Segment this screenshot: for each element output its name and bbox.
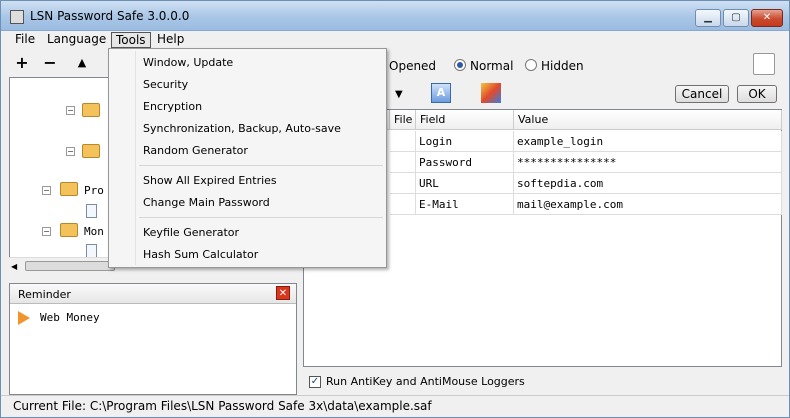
field-cell[interactable]: E-Mail: [416, 194, 514, 215]
menu-item-show-expired[interactable]: Show All Expired Entries: [143, 174, 277, 187]
normal-radio[interactable]: [454, 59, 466, 71]
folder-icon: [60, 182, 78, 196]
menu-item-synchronization[interactable]: Synchronization, Backup, Auto-save: [143, 122, 341, 135]
menu-item-encryption[interactable]: Encryption: [143, 100, 202, 113]
minimize-button[interactable]: ▁: [695, 9, 721, 27]
hidden-radio[interactable]: [525, 59, 537, 71]
title-bar: LSN Password Safe 3.0.0.0 ▁ ▢ ✕: [1, 1, 789, 31]
opened-option-label[interactable]: Opened: [389, 59, 436, 73]
tree-node-label[interactable]: Mon: [84, 225, 104, 238]
dropdown-arrow-icon[interactable]: ▼: [395, 89, 403, 100]
menu-item-hash-sum-calculator[interactable]: Hash Sum Calculator: [143, 248, 258, 261]
menu-bar: File Language Tools Help: [1, 31, 789, 49]
folder-icon: [82, 144, 100, 158]
reminder-panel: Reminder ✕ Web Money: [9, 283, 297, 395]
menu-item-keyfile-generator[interactable]: Keyfile Generator: [143, 226, 239, 239]
app-window: LSN Password Safe 3.0.0.0 ▁ ▢ ✕ File Lan…: [0, 0, 790, 418]
menu-file[interactable]: File: [11, 32, 39, 48]
reminder-title: Reminder: [18, 288, 71, 301]
scroll-left-icon[interactable]: ◀: [11, 262, 17, 271]
entry-icon: [86, 244, 97, 258]
scroll-thumb[interactable]: [25, 261, 115, 271]
reminder-item[interactable]: Web Money: [40, 311, 100, 324]
cancel-button[interactable]: Cancel: [675, 85, 729, 103]
menu-separator: [139, 165, 383, 166]
menu-item-random-generator[interactable]: Random Generator: [143, 144, 248, 157]
field-cell[interactable]: Login: [416, 131, 514, 152]
folder-icon: [60, 223, 78, 237]
file-cell[interactable]: [390, 173, 416, 194]
value-cell[interactable]: mail@example.com: [514, 194, 782, 215]
close-button[interactable]: ✕: [751, 9, 783, 27]
play-arrow-icon: [18, 311, 30, 325]
menu-separator: [139, 217, 383, 218]
font-icon[interactable]: A: [431, 83, 451, 103]
collapse-icon[interactable]: −: [66, 106, 75, 115]
menu-gutter: [135, 51, 136, 265]
reminder-header: Reminder ✕: [10, 284, 296, 304]
maximize-button[interactable]: ▢: [723, 9, 749, 27]
hidden-option-label[interactable]: Hidden: [541, 59, 584, 73]
app-icon: [10, 10, 24, 24]
column-header-value[interactable]: Value: [514, 110, 782, 130]
current-file-status: Current File: C:\Program Files\LSN Passw…: [13, 399, 432, 413]
folder-icon: [82, 103, 100, 117]
collapse-icon[interactable]: −: [42, 186, 51, 195]
menu-help[interactable]: Help: [153, 32, 188, 48]
menu-language[interactable]: Language: [43, 32, 110, 48]
normal-option-label[interactable]: Normal: [470, 59, 513, 73]
antikey-option[interactable]: ✓ Run AntiKey and AntiMouse Loggers: [309, 373, 609, 391]
cube-icon[interactable]: [481, 83, 501, 103]
field-cell[interactable]: Password: [416, 152, 514, 173]
file-cell[interactable]: [390, 152, 416, 173]
value-cell[interactable]: example_login: [514, 131, 782, 152]
tree-node-label[interactable]: Pro: [84, 184, 104, 197]
collapse-icon[interactable]: −: [66, 147, 75, 156]
file-cell[interactable]: [390, 194, 416, 215]
menu-item-change-main-password[interactable]: Change Main Password: [143, 196, 270, 209]
menu-item-security[interactable]: Security: [143, 78, 188, 91]
antikey-label[interactable]: Run AntiKey and AntiMouse Loggers: [326, 375, 525, 388]
tools-menu-dropdown: Window, Update Security Encryption Synch…: [108, 48, 387, 268]
menu-item-window-update[interactable]: Window, Update: [143, 56, 233, 69]
note-edit-icon[interactable]: [753, 53, 775, 75]
file-cell[interactable]: [390, 131, 416, 152]
value-cell[interactable]: softepdia.com: [514, 173, 782, 194]
antikey-checkbox[interactable]: ✓: [309, 376, 321, 388]
collapse-icon[interactable]: −: [42, 227, 51, 236]
window-title: LSN Password Safe 3.0.0.0: [30, 9, 190, 23]
close-icon[interactable]: ✕: [276, 286, 290, 300]
add-icon[interactable]: +: [13, 53, 31, 73]
value-cell[interactable]: ***************: [514, 152, 782, 173]
entry-icon: [86, 204, 97, 218]
remove-icon[interactable]: −: [41, 53, 59, 73]
ok-button[interactable]: OK: [737, 85, 777, 103]
menu-tools[interactable]: Tools: [111, 32, 151, 48]
status-bar: Current File: C:\Program Files\LSN Passw…: [1, 395, 789, 417]
field-cell[interactable]: URL: [416, 173, 514, 194]
column-header-file[interactable]: File: [390, 110, 416, 130]
column-header-field[interactable]: Field: [416, 110, 514, 130]
move-up-icon[interactable]: ▲: [73, 53, 91, 73]
